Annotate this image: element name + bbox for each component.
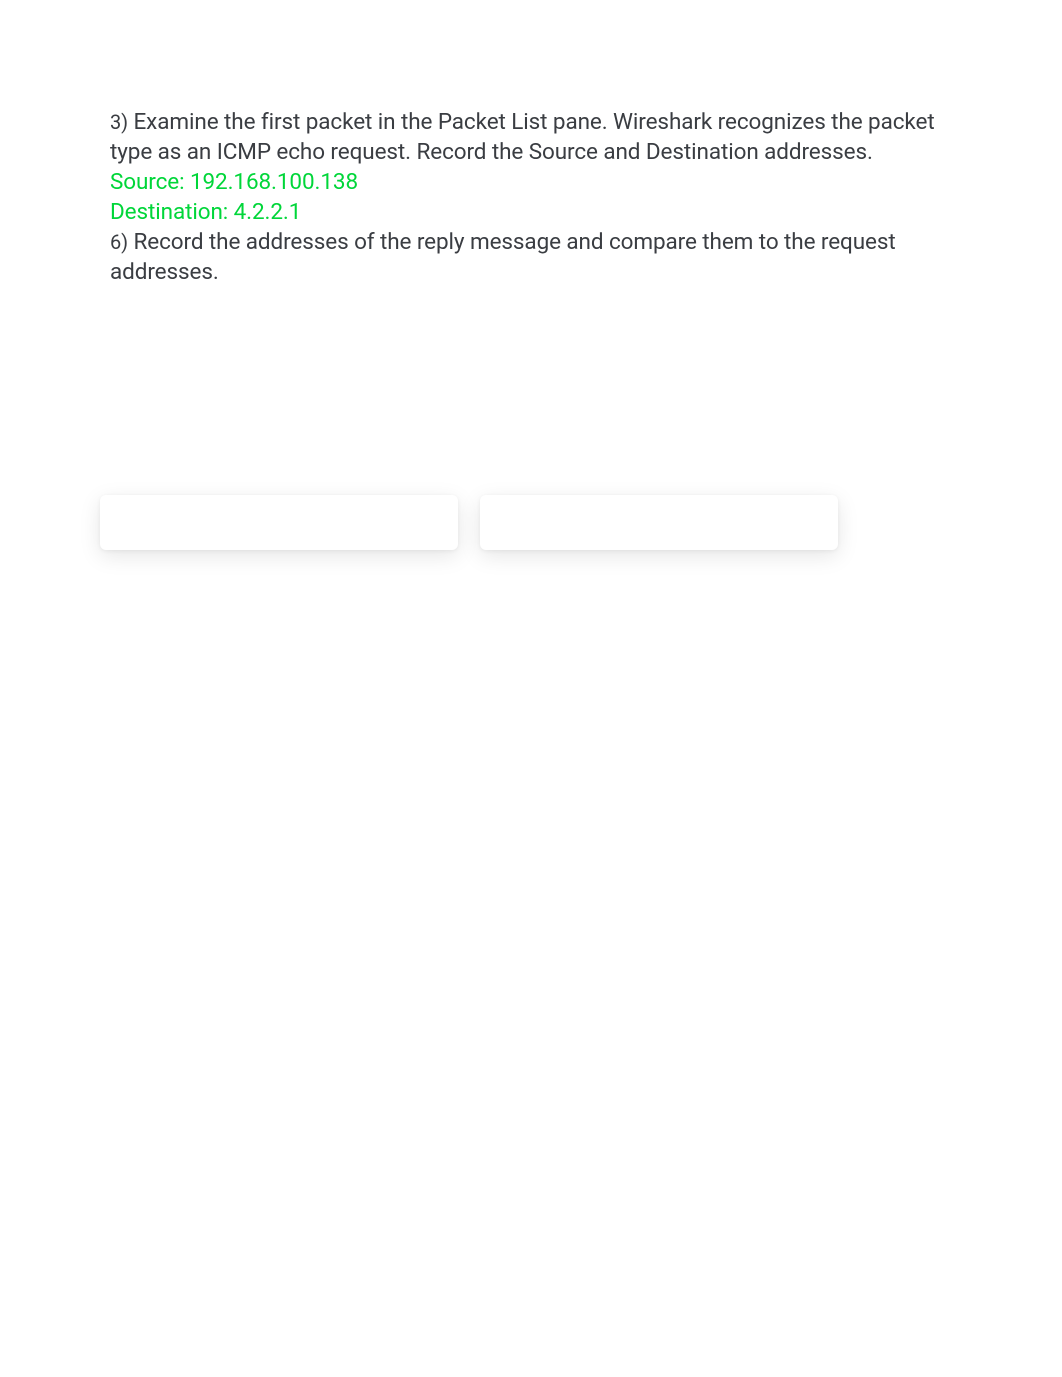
document-content: 3) Examine the first packet in the Packe… xyxy=(0,0,1062,288)
question-3-number: 3) xyxy=(110,110,128,134)
answer-destination: Destination: 4.2.2.1 xyxy=(110,198,952,228)
blurred-card-right xyxy=(480,495,838,550)
question-6-block: 6) Record the addresses of the reply mes… xyxy=(110,228,952,288)
question-3-block: 3) Examine the first packet in the Packe… xyxy=(110,108,952,168)
blurred-preview-row xyxy=(100,495,855,550)
answer-source: Source: 192.168.100.138 xyxy=(110,168,952,198)
question-6-text: Record the addresses of the reply messag… xyxy=(110,229,896,285)
question-3-text: Examine the first packet in the Packet L… xyxy=(110,109,935,165)
question-6-number: 6) xyxy=(110,230,128,254)
blurred-card-left xyxy=(100,495,458,550)
